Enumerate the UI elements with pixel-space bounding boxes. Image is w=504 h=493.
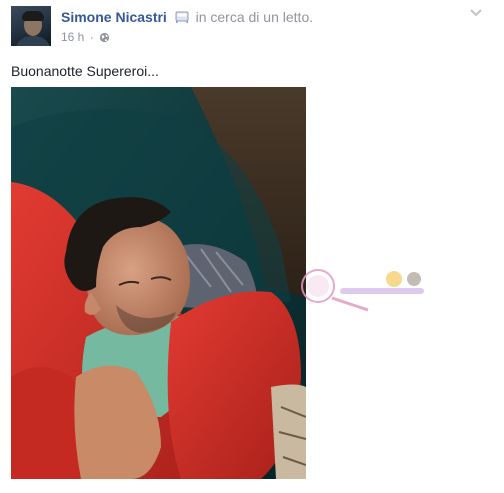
- chevron-down-icon[interactable]: [469, 8, 483, 18]
- facebook-post: Simone Nicastri in cerca di un letto. 16…: [0, 0, 504, 493]
- activity-text: in cerca di un letto.: [195, 9, 314, 25]
- globe-icon[interactable]: [99, 32, 110, 43]
- bed-icon: [175, 11, 189, 23]
- author-name-link[interactable]: Simone Nicastri: [61, 9, 167, 25]
- post-meta: 16 h ·: [61, 30, 110, 44]
- blog-watermark-logo: [301, 269, 424, 312]
- meta-separator: ·: [89, 30, 94, 44]
- sleeping-man-photo: [11, 87, 306, 479]
- author-avatar[interactable]: [11, 6, 51, 46]
- post-header: Simone Nicastri in cerca di un letto.: [61, 8, 313, 26]
- post-timestamp[interactable]: 16 h: [61, 30, 84, 44]
- post-text: Buonanotte Supereroi...: [11, 63, 159, 79]
- post-photo[interactable]: [11, 87, 306, 479]
